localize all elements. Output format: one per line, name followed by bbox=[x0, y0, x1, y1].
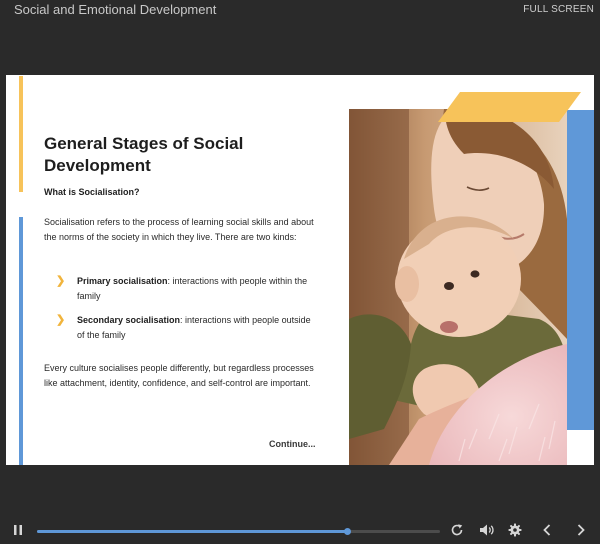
next-slide-button[interactable] bbox=[574, 522, 588, 538]
slide-title: General Stages of Social Development bbox=[44, 134, 244, 175]
intro-paragraph: Socialisation refers to the process of l… bbox=[44, 217, 314, 242]
top-bar: Social and Emotional Development FULL SC… bbox=[0, 0, 600, 22]
chevron-right-icon: ❯ bbox=[56, 275, 66, 287]
full-screen-button[interactable]: FULL SCREEN bbox=[523, 4, 594, 15]
accent-bar-blue bbox=[19, 217, 23, 465]
replay-icon bbox=[451, 524, 463, 536]
course-title: Social and Emotional Development bbox=[14, 2, 217, 17]
player-controls bbox=[0, 516, 600, 544]
bullet-term: Secondary socialisation bbox=[77, 315, 181, 325]
bullet-text: Primary socialisation: interactions with… bbox=[77, 274, 317, 304]
mother-holding-baby-photo bbox=[349, 109, 567, 465]
progress-slider[interactable] bbox=[37, 528, 440, 535]
progress-thumb[interactable] bbox=[344, 528, 352, 535]
slide-subheading: What is Socialisation? bbox=[44, 187, 140, 197]
volume-button[interactable] bbox=[478, 522, 496, 538]
volume-icon bbox=[480, 524, 494, 536]
chevron-right-icon: ❯ bbox=[56, 314, 66, 326]
bullet-text: Secondary socialisation: interactions wi… bbox=[77, 313, 317, 343]
gear-icon bbox=[508, 523, 522, 537]
chevron-left-icon bbox=[543, 524, 551, 536]
slide: General Stages of Social Development Wha… bbox=[6, 75, 594, 465]
decorative-yellow-banner bbox=[438, 92, 581, 122]
chevron-right-icon bbox=[577, 524, 585, 536]
pause-icon bbox=[14, 525, 22, 535]
previous-slide-button[interactable] bbox=[540, 522, 554, 538]
decorative-blue-panel bbox=[567, 110, 594, 430]
closing-paragraph: Every culture socialises people differen… bbox=[44, 363, 314, 388]
replay-button[interactable] bbox=[449, 522, 465, 538]
continue-button[interactable]: Continue... bbox=[269, 439, 316, 449]
pause-button[interactable] bbox=[12, 522, 24, 538]
settings-button[interactable] bbox=[507, 522, 523, 538]
progress-fill bbox=[37, 530, 348, 533]
accent-bar-yellow bbox=[19, 76, 23, 192]
bullet-term: Primary socialisation bbox=[77, 276, 168, 286]
